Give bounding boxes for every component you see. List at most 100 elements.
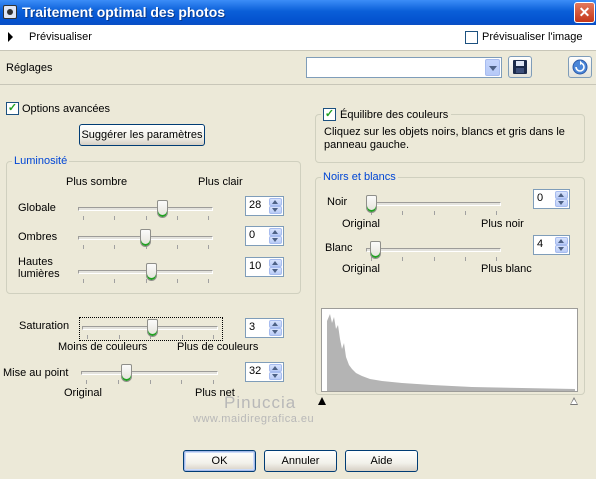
white-value: 4 xyxy=(537,238,544,250)
lighter-label: Plus clair xyxy=(198,176,243,188)
spin-down-icon[interactable] xyxy=(555,245,568,253)
spin-up-icon[interactable] xyxy=(269,259,282,267)
slider-tick xyxy=(83,216,84,220)
darker-label: Plus sombre xyxy=(66,176,128,188)
slider-track[interactable] xyxy=(78,207,213,211)
spin-up-icon[interactable] xyxy=(269,320,282,328)
help-button[interactable]: Aide xyxy=(345,450,418,472)
focus-label: Mise au point xyxy=(3,367,69,379)
focus-slider[interactable] xyxy=(81,364,218,386)
ok-button[interactable]: OK xyxy=(183,450,256,472)
slider-tick xyxy=(114,245,115,249)
black-slider[interactable] xyxy=(366,195,501,217)
slider-tick xyxy=(181,380,182,384)
slider-tick xyxy=(434,211,435,215)
slider-tick xyxy=(434,257,435,261)
preview-image-label[interactable]: Prévisualiser l'image xyxy=(482,31,583,43)
spin-down-icon[interactable] xyxy=(269,236,282,244)
slider-thumb[interactable] xyxy=(147,319,158,337)
color-balance-description: Cliquez sur les objets noirs, blancs et … xyxy=(324,126,565,151)
slider-track[interactable] xyxy=(366,202,501,206)
slider-tick xyxy=(208,216,209,220)
slider-thumb[interactable] xyxy=(370,241,381,259)
floppy-disk-icon xyxy=(513,60,527,74)
white-slider[interactable] xyxy=(366,241,501,263)
slider-tick xyxy=(402,257,403,261)
focus-value: 32 xyxy=(249,365,262,377)
app-icon xyxy=(3,5,17,19)
focus-spinner[interactable]: 32 xyxy=(245,362,284,382)
reset-icon xyxy=(572,59,588,75)
white-point-marker-inner xyxy=(571,399,577,404)
spin-down-icon[interactable] xyxy=(269,267,282,275)
slider-tick xyxy=(177,245,178,249)
highlights-slider[interactable] xyxy=(78,263,213,285)
preview-label[interactable]: Prévisualiser xyxy=(29,31,92,43)
focus-original-label: Original xyxy=(64,387,102,399)
spin-down-icon[interactable] xyxy=(269,372,282,380)
suggest-settings-button[interactable]: Suggérer les paramètres xyxy=(79,124,205,146)
slider-tick xyxy=(213,335,214,339)
slider-tick xyxy=(114,216,115,220)
slider-tick xyxy=(208,279,209,283)
white-label: Blanc xyxy=(325,242,353,254)
slider-track[interactable] xyxy=(81,371,218,375)
reset-button[interactable] xyxy=(568,56,592,78)
slider-thumb[interactable] xyxy=(146,263,157,281)
slider-tick xyxy=(86,380,87,384)
slider-thumb[interactable] xyxy=(157,200,168,218)
save-preset-button[interactable] xyxy=(508,56,532,78)
slider-thumb[interactable] xyxy=(121,364,132,382)
color-balance-label[interactable]: Équilibre des couleurs xyxy=(340,109,448,121)
saturation-slider[interactable] xyxy=(82,319,218,341)
spin-up-icon[interactable] xyxy=(269,198,282,206)
preview-image-checkbox[interactable] xyxy=(465,31,478,44)
spin-up-icon[interactable] xyxy=(555,237,568,245)
cancel-button[interactable]: Annuler xyxy=(264,450,337,472)
blacks-whites-title: Noirs et blancs xyxy=(321,171,398,183)
shadows-label: Ombres xyxy=(18,231,58,243)
spin-down-icon[interactable] xyxy=(269,328,282,336)
black-spinner[interactable]: 0 xyxy=(533,189,570,209)
white-spinner[interactable]: 4 xyxy=(533,235,570,255)
expand-arrow-icon[interactable] xyxy=(8,32,13,42)
chevron-down-icon[interactable] xyxy=(485,59,500,76)
shadows-slider[interactable] xyxy=(78,229,213,251)
less-colors-label: Moins de couleurs xyxy=(58,341,148,353)
saturation-spinner[interactable]: 3 xyxy=(245,318,284,338)
histogram xyxy=(321,308,578,392)
saturation-value: 3 xyxy=(249,321,256,333)
slider-thumb[interactable] xyxy=(140,229,151,247)
spin-down-icon[interactable] xyxy=(269,206,282,214)
advanced-options-label[interactable]: Options avancées xyxy=(22,103,110,115)
highlights-label: Hautes lumières xyxy=(18,256,60,280)
color-balance-checkbox[interactable]: ✓ xyxy=(323,108,336,121)
spin-up-icon[interactable] xyxy=(555,191,568,199)
slider-tick xyxy=(465,211,466,215)
shadows-spinner[interactable]: 0 xyxy=(245,226,284,246)
slider-thumb[interactable] xyxy=(366,195,377,213)
white-original-label: Original xyxy=(342,263,380,275)
shadows-value: 0 xyxy=(249,229,256,241)
black-point-marker-icon[interactable] xyxy=(318,397,326,405)
highlights-spinner[interactable]: 10 xyxy=(245,257,284,277)
black-value: 0 xyxy=(537,192,544,204)
spin-down-icon[interactable] xyxy=(555,199,568,207)
settings-combo[interactable] xyxy=(306,57,502,78)
global-value: 28 xyxy=(249,199,262,211)
title-bar: Traitement optimal des photos ✕ xyxy=(0,0,596,25)
slider-tick xyxy=(118,380,119,384)
slider-tick xyxy=(87,335,88,339)
spin-up-icon[interactable] xyxy=(269,364,282,372)
more-colors-label: Plus de couleurs xyxy=(177,341,259,353)
close-button[interactable]: ✕ xyxy=(574,2,595,23)
black-label: Noir xyxy=(327,196,348,208)
watermark-url: www.maidiregrafica.eu xyxy=(193,413,315,425)
advanced-options-checkbox[interactable]: ✓ xyxy=(6,102,19,115)
slider-tick xyxy=(177,216,178,220)
global-slider[interactable] xyxy=(78,200,213,222)
global-spinner[interactable]: 28 xyxy=(245,196,284,216)
slider-track[interactable] xyxy=(366,248,501,252)
slider-tick xyxy=(83,245,84,249)
spin-up-icon[interactable] xyxy=(269,228,282,236)
